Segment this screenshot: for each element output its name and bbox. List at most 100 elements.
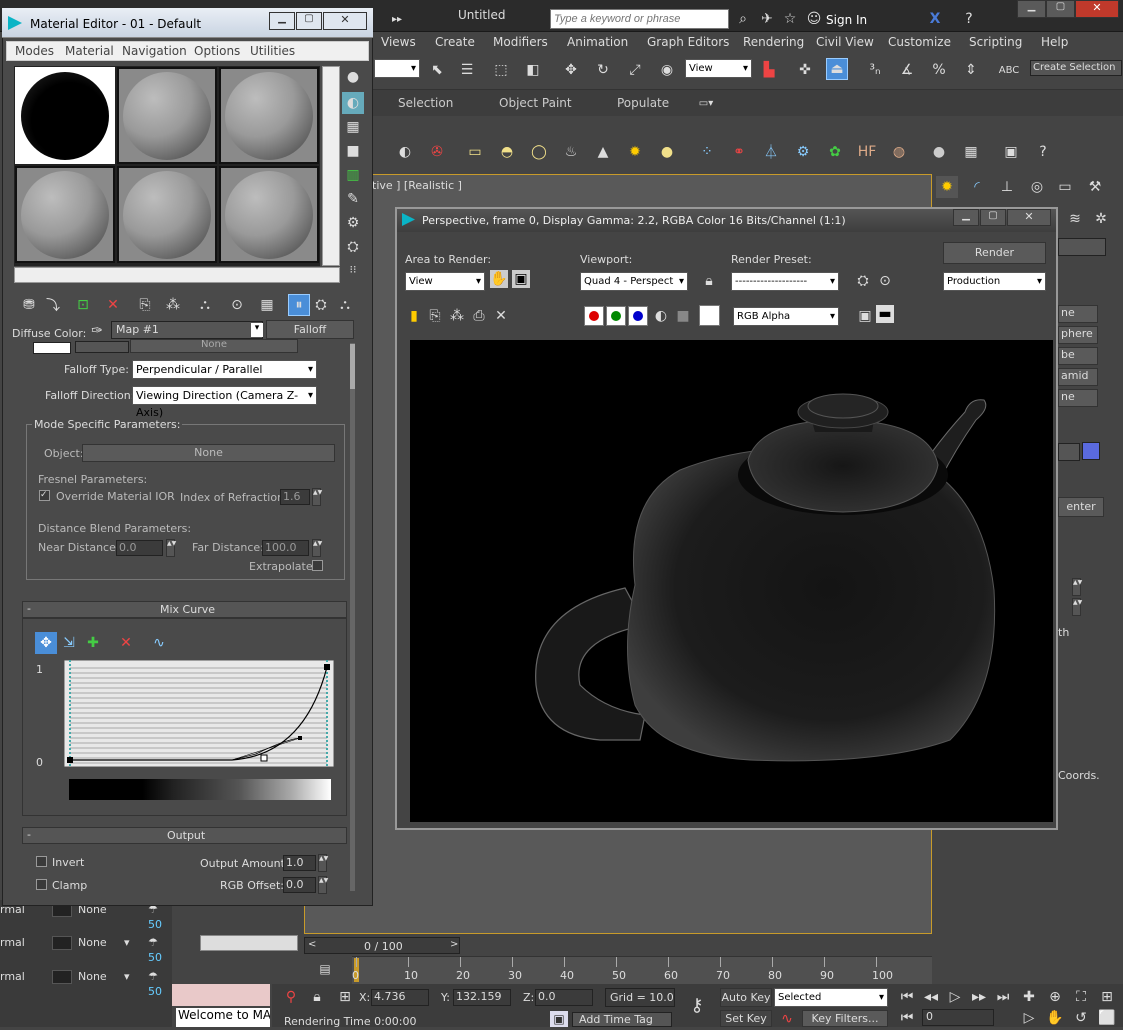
cmd-utilities-tab[interactable]: ⚒ — [1084, 176, 1106, 198]
curve-editor-toggle[interactable]: ▤ — [314, 958, 336, 980]
render-frame-icon[interactable]: ▣ — [1000, 141, 1022, 163]
ior-spinner[interactable]: ▲▼ — [312, 488, 322, 506]
particle-icon[interactable]: ⁘ — [696, 141, 718, 163]
production-dropdown[interactable]: Production — [943, 272, 1046, 291]
falloff-type-dropdown[interactable]: Perpendicular / Parallel — [132, 360, 317, 379]
green-channel-button[interactable] — [606, 306, 626, 326]
object-pick-button[interactable]: None — [82, 444, 335, 462]
z-coord-field[interactable]: 0.0 — [535, 989, 593, 1006]
favorites-icon[interactable]: ☆ — [779, 8, 801, 30]
go-forward-icon[interactable]: ⛬ — [334, 294, 356, 316]
video-color-icon[interactable]: ▥ — [342, 164, 364, 186]
output-amount-spinner[interactable]: ▲▼ — [318, 854, 328, 872]
sun-icon[interactable]: ✹ — [624, 141, 646, 163]
cmd-object-button-plane[interactable]: ne — [1058, 389, 1098, 407]
mix-curve-graph[interactable] — [64, 660, 334, 767]
timeline-track[interactable] — [352, 956, 932, 984]
edit-region-icon[interactable]: ✋ — [490, 270, 508, 288]
menu-animation[interactable]: Animation — [567, 35, 628, 49]
swatch-box[interactable] — [699, 305, 720, 326]
blue-channel-button[interactable] — [628, 306, 648, 326]
menu-rendering[interactable]: Rendering — [743, 35, 804, 49]
chevron-down-icon[interactable]: ▾ — [124, 970, 130, 983]
mat-menu-utilities[interactable]: Utilities — [250, 44, 295, 58]
menu-help[interactable]: Help — [1041, 35, 1068, 49]
show-end-result-icon[interactable]: ⏸ — [288, 294, 310, 316]
cmd-category-dropdown[interactable] — [1058, 238, 1106, 256]
render-preset-dropdown[interactable]: -------------------- — [731, 272, 839, 291]
select-object-icon[interactable]: ⬉ — [426, 59, 448, 81]
render-maximize-button[interactable]: ▢ — [980, 209, 1006, 226]
channel-display-dropdown[interactable]: RGB Alpha — [733, 307, 839, 326]
mat-menu-navigation[interactable]: Navigation — [122, 44, 187, 58]
delete-point-icon[interactable]: ✕ — [115, 632, 137, 654]
plant-icon[interactable]: ✿ — [824, 141, 846, 163]
clamp-checkbox[interactable] — [36, 879, 47, 890]
pan-icon[interactable]: ✚ — [1018, 986, 1040, 1008]
layer-row[interactable]: rmal None ▾ ☂ 50 — [0, 970, 172, 998]
viewport-dropdown[interactable]: Quad 4 - Perspect — [580, 272, 688, 291]
time-slider-next[interactable]: > — [450, 939, 458, 950]
cone-icon[interactable]: ▲ — [592, 141, 614, 163]
cmd-color-swatch[interactable] — [1082, 442, 1100, 460]
scale-icon[interactable]: ⤢ — [624, 59, 646, 81]
rect-region-icon[interactable]: ⬚ — [490, 59, 512, 81]
falloff-direction-dropdown[interactable]: Viewing Direction (Camera Z-Axis) — [132, 386, 317, 419]
select-manipulate-icon[interactable]: ✜ — [794, 59, 816, 81]
mix-curve-collapse[interactable]: - — [27, 602, 31, 615]
near-spinner[interactable]: ▲▼ — [166, 539, 176, 557]
keyboard-shortcut-icon[interactable]: ⏏ — [826, 58, 848, 80]
qat-forward-icon[interactable]: ▸▸ — [386, 8, 408, 30]
goto-end-icon[interactable]: ⏭ — [992, 986, 1014, 1008]
exchange-icon[interactable]: X — [924, 8, 946, 30]
absolute-mode-icon[interactable]: ⊞ — [334, 986, 356, 1008]
minimize-button[interactable]: ▁ — [1017, 0, 1046, 18]
angle-snap-icon[interactable]: ∡ — [896, 59, 918, 81]
mat-minimize-button[interactable]: ▁ — [269, 12, 295, 30]
sample-slot[interactable] — [219, 166, 319, 263]
auto-region-icon[interactable]: ▣ — [512, 270, 530, 288]
assign-material-icon[interactable]: ⊡ — [72, 294, 94, 316]
torus-icon[interactable]: ◯ — [528, 141, 550, 163]
cmd-object-button-cone[interactable]: ne — [1058, 305, 1098, 323]
material-navigator-icon[interactable]: ⁝⁝ — [342, 258, 364, 280]
render-button[interactable]: Render — [943, 242, 1046, 264]
teapot-icon[interactable]: ♨ — [560, 141, 582, 163]
spellcheck-icon[interactable]: ABC — [998, 59, 1020, 81]
add-point-icon[interactable]: ✚ — [82, 632, 104, 654]
maximize-viewport-icon[interactable]: ⬜ — [1096, 1007, 1118, 1029]
reset-curve-icon[interactable]: ∿ — [148, 632, 170, 654]
ribbon-tab-populate[interactable]: Populate — [617, 96, 669, 110]
gear-icon[interactable]: ⚙ — [792, 141, 814, 163]
layer-row[interactable]: rmal None ▾ ☂ 50 — [0, 936, 172, 964]
sample-slot[interactable] — [219, 67, 319, 164]
menu-create[interactable]: Create — [435, 35, 475, 49]
extrapolate-checkbox[interactable] — [312, 560, 323, 571]
backlight-icon[interactable]: ◐ — [342, 92, 364, 114]
material-id-icon[interactable]: ⊙ — [226, 294, 248, 316]
menu-graph-editors[interactable]: Graph Editors — [647, 35, 729, 49]
render-close-button[interactable]: ✕ — [1007, 209, 1051, 226]
output-collapse[interactable]: - — [27, 828, 31, 841]
layer-scrollbar[interactable] — [200, 935, 298, 951]
show-shaded-icon[interactable]: ▦ — [256, 294, 278, 316]
time-slider-prev[interactable]: < — [308, 939, 316, 950]
ribbon-tab-selection[interactable]: Selection — [398, 96, 453, 110]
goto-start-icon[interactable]: ⏮ — [896, 986, 918, 1008]
sphere-icon[interactable]: ● — [656, 141, 678, 163]
ribbon-options-icon[interactable]: ▭▾ — [695, 92, 717, 114]
selection-set-dropdown[interactable]: Selected — [774, 988, 888, 1007]
render-setup-icon[interactable]: ⛭ — [852, 270, 874, 292]
options-icon[interactable]: ⚙ — [342, 212, 364, 234]
window-crossing-icon[interactable]: ◧ — [522, 59, 544, 81]
ior-field[interactable]: 1.6 — [280, 489, 310, 505]
noise-icon[interactable]: ◍ — [888, 141, 910, 163]
zoom-all-icon[interactable]: ⊞ — [1096, 986, 1118, 1008]
menu-civil-view[interactable]: Civil View — [816, 35, 874, 49]
sample-slot[interactable] — [15, 67, 115, 164]
menu-scripting[interactable]: Scripting — [969, 35, 1022, 49]
rollout-scroll[interactable] — [350, 343, 355, 891]
background-icon[interactable]: ▦ — [342, 116, 364, 138]
cmd-center-button[interactable]: enter — [1058, 497, 1104, 517]
reset-map-icon[interactable]: ✕ — [102, 294, 124, 316]
